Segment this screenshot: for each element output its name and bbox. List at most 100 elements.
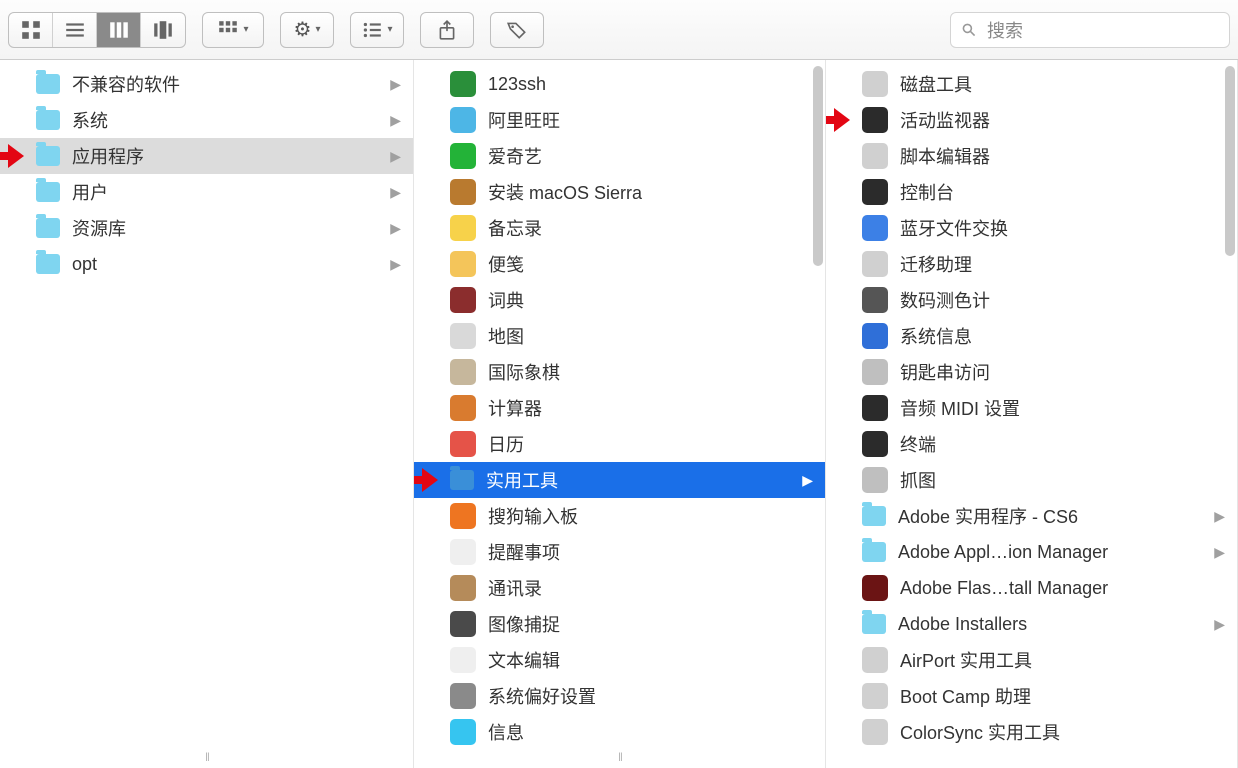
- chevron-right-icon: ▶: [802, 472, 813, 489]
- finder-item[interactable]: 日历: [414, 426, 825, 462]
- finder-item[interactable]: 终端: [826, 426, 1237, 462]
- finder-item[interactable]: ColorSync 实用工具: [826, 714, 1237, 750]
- finder-item[interactable]: 词典: [414, 282, 825, 318]
- view-coverflow-button[interactable]: [141, 13, 185, 47]
- finder-item[interactable]: AirPort 实用工具: [826, 642, 1237, 678]
- app-icon: [862, 107, 888, 133]
- app-icon: [450, 71, 476, 97]
- search-field[interactable]: 搜索: [950, 12, 1230, 48]
- share-button[interactable]: [420, 12, 474, 48]
- item-label: 系统偏好设置: [488, 683, 813, 709]
- finder-item[interactable]: 应用程序▶: [0, 138, 413, 174]
- finder-item[interactable]: 系统信息: [826, 318, 1237, 354]
- finder-item[interactable]: 脚本编辑器: [826, 138, 1237, 174]
- folder-icon: [36, 74, 60, 94]
- finder-item[interactable]: 安装 macOS Sierra: [414, 174, 825, 210]
- finder-item[interactable]: 蓝牙文件交换: [826, 210, 1237, 246]
- finder-item[interactable]: 信息: [414, 714, 825, 750]
- item-label: 通讯录: [488, 575, 813, 601]
- finder-item[interactable]: 计算器: [414, 390, 825, 426]
- finder-item[interactable]: 活动监视器: [826, 102, 1237, 138]
- item-label: 音频 MIDI 设置: [900, 395, 1225, 421]
- item-label: 钥匙串访问: [900, 359, 1225, 385]
- finder-item[interactable]: 控制台: [826, 174, 1237, 210]
- item-label: 蓝牙文件交换: [900, 215, 1225, 241]
- finder-item[interactable]: 音频 MIDI 设置: [826, 390, 1237, 426]
- folder-icon: [36, 182, 60, 202]
- finder-item[interactable]: 便笺: [414, 246, 825, 282]
- app-icon: [450, 143, 476, 169]
- finder-item[interactable]: 用户▶: [0, 174, 413, 210]
- app-icon: [450, 503, 476, 529]
- app-icon: [450, 575, 476, 601]
- icon-view-icon: [20, 19, 42, 41]
- column-2: 123ssh 阿里旺旺爱奇艺安装 macOS Sierra 备忘录便笺词典地图国际象…: [414, 60, 826, 768]
- item-label: 安装 macOS Sierra: [488, 179, 813, 205]
- finder-item[interactable]: 通讯录: [414, 570, 825, 606]
- quicklook-menu-button[interactable]: ▾: [350, 12, 404, 48]
- folder-icon: [36, 110, 60, 130]
- finder-item[interactable]: Adobe 实用程序 - CS6▶: [826, 498, 1237, 534]
- scrollbar[interactable]: [1225, 66, 1235, 256]
- column-resize-handle[interactable]: ‖: [205, 750, 208, 764]
- item-label: 活动监视器: [900, 107, 1225, 133]
- app-icon: [862, 143, 888, 169]
- finder-item[interactable]: 地图: [414, 318, 825, 354]
- annotation-arrow: [0, 146, 24, 166]
- item-label: Adobe Installers: [898, 614, 1202, 635]
- finder-item[interactable]: 备忘录: [414, 210, 825, 246]
- item-label: 日历: [488, 431, 813, 457]
- finder-item[interactable]: Boot Camp 助理: [826, 678, 1237, 714]
- item-label: 计算器: [488, 395, 813, 421]
- view-mode-group: [8, 12, 186, 48]
- item-label: 提醒事项: [488, 539, 813, 565]
- finder-item[interactable]: 数码测色计: [826, 282, 1237, 318]
- folder-icon: [36, 146, 60, 166]
- finder-item[interactable]: 系统偏好设置: [414, 678, 825, 714]
- finder-item[interactable]: Adobe Flas…tall Manager: [826, 570, 1237, 606]
- finder-item[interactable]: 实用工具 ▶: [414, 462, 825, 498]
- chevron-right-icon: ▶: [390, 220, 401, 237]
- finder-item[interactable]: 文本编辑: [414, 642, 825, 678]
- app-icon: [450, 107, 476, 133]
- column-resize-handle[interactable]: ‖: [618, 750, 621, 764]
- finder-item[interactable]: 资源库 ▶: [0, 210, 413, 246]
- folder-icon: [862, 542, 886, 562]
- finder-item[interactable]: Adobe Installers▶: [826, 606, 1237, 642]
- view-column-button[interactable]: [97, 13, 141, 47]
- app-icon: [862, 575, 888, 601]
- finder-item[interactable]: opt▶: [0, 246, 413, 282]
- finder-item[interactable]: 爱奇艺: [414, 138, 825, 174]
- chevron-right-icon: ▶: [1214, 508, 1225, 525]
- finder-item[interactable]: 不兼容的软件▶: [0, 66, 413, 102]
- tag-icon: [506, 19, 528, 41]
- finder-item[interactable]: Adobe Appl…ion Manager▶: [826, 534, 1237, 570]
- item-label: 资源库: [72, 215, 378, 241]
- action-menu-button[interactable]: ⚙ ▾: [280, 12, 334, 48]
- finder-item[interactable]: 系统▶: [0, 102, 413, 138]
- finder-item[interactable]: 抓图: [826, 462, 1237, 498]
- finder-item[interactable]: 国际象棋: [414, 354, 825, 390]
- tag-button[interactable]: [490, 12, 544, 48]
- grid-arrange-icon: [217, 19, 239, 41]
- finder-item[interactable]: 钥匙串访问: [826, 354, 1237, 390]
- item-label: 阿里旺旺: [488, 107, 813, 133]
- item-label: 系统信息: [900, 323, 1225, 349]
- finder-item[interactable]: 阿里旺旺: [414, 102, 825, 138]
- view-icon-button[interactable]: [9, 13, 53, 47]
- finder-item[interactable]: 123ssh: [414, 66, 825, 102]
- finder-item[interactable]: 图像捕捉: [414, 606, 825, 642]
- app-icon: [450, 215, 476, 241]
- finder-item[interactable]: 磁盘工具: [826, 66, 1237, 102]
- finder-item[interactable]: 搜狗输入板: [414, 498, 825, 534]
- app-icon: [862, 647, 888, 673]
- app-icon: [450, 287, 476, 313]
- finder-item[interactable]: 迁移助理: [826, 246, 1237, 282]
- arrange-button[interactable]: ▾: [203, 13, 263, 47]
- item-label: 实用工具: [486, 467, 790, 493]
- app-icon: [862, 251, 888, 277]
- app-icon: [862, 179, 888, 205]
- scrollbar[interactable]: [813, 66, 823, 266]
- finder-item[interactable]: 提醒事项: [414, 534, 825, 570]
- view-list-button[interactable]: [53, 13, 97, 47]
